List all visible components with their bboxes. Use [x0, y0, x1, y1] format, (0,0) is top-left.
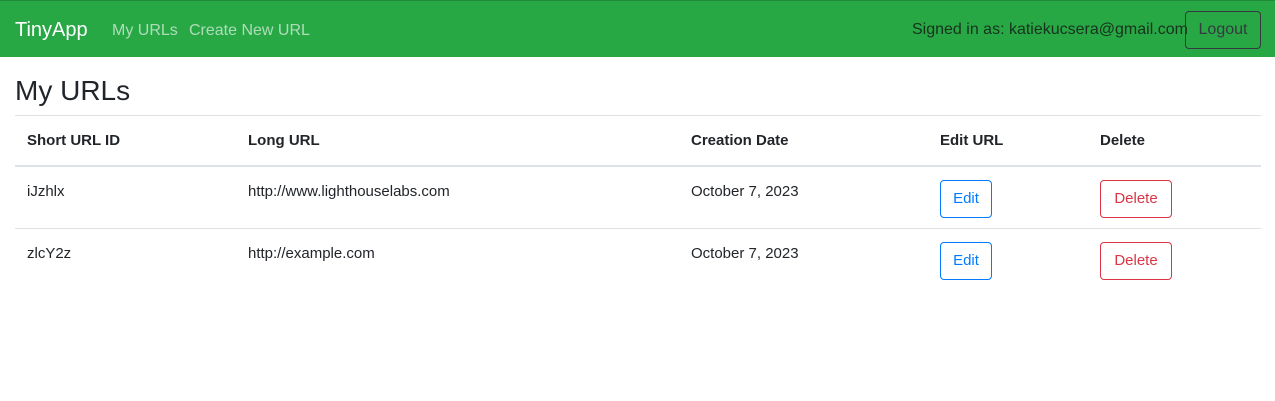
delete-cell: Delete [1088, 166, 1261, 229]
table-body: iJzhlx http://www.lighthouselabs.com Oct… [15, 166, 1261, 292]
creation-date-cell: October 7, 2023 [691, 245, 799, 262]
delete-button[interactable]: Delete [1100, 242, 1172, 280]
header-delete: Delete [1100, 132, 1146, 150]
header-edit-url: Edit URL [940, 132, 1004, 150]
navbar: TinyApp My URLs Create New URL Signed in… [0, 0, 1275, 57]
header-long-url: Long URL [248, 132, 320, 150]
signed-in-text: Signed in as: katiekucsera@gmail.com [912, 21, 1188, 38]
table-header: Short URL ID Long URL Creation Date Edit… [15, 115, 1261, 166]
brand-link[interactable]: TinyApp [15, 18, 88, 42]
creation-date-cell: October 7, 2023 [691, 182, 799, 200]
logout-button[interactable]: Logout [1185, 11, 1261, 49]
header-creation-date: Creation Date [691, 132, 789, 150]
header-short-url-id: Short URL ID [27, 132, 121, 150]
nav-create-url-link[interactable]: Create New URL [189, 21, 310, 40]
edit-cell: Edit [928, 229, 1088, 292]
edit-cell: Edit [928, 166, 1088, 229]
edit-button[interactable]: Edit [940, 179, 992, 218]
page-title: My URLs [15, 75, 131, 106]
table-header-row: Short URL ID Long URL Creation Date Edit… [15, 115, 1261, 166]
urls-table: Short URL ID Long URL Creation Date Edit… [15, 115, 1261, 292]
delete-button[interactable]: Delete [1100, 179, 1172, 218]
long-url-cell: http://www.lighthouselabs.com [248, 182, 450, 200]
nav-my-urls-link[interactable]: My URLs [112, 21, 178, 40]
short-url-id-cell: zlcY2z [27, 245, 72, 262]
table-row: iJzhlx http://www.lighthouselabs.com Oct… [15, 166, 1261, 229]
delete-cell: Delete [1088, 229, 1261, 292]
short-url-id-cell: iJzhlx [27, 182, 65, 200]
edit-button[interactable]: Edit [940, 242, 992, 280]
table-row: zlcY2z http://example.com October 7, 202… [15, 229, 1261, 292]
long-url-cell: http://example.com [248, 245, 375, 262]
